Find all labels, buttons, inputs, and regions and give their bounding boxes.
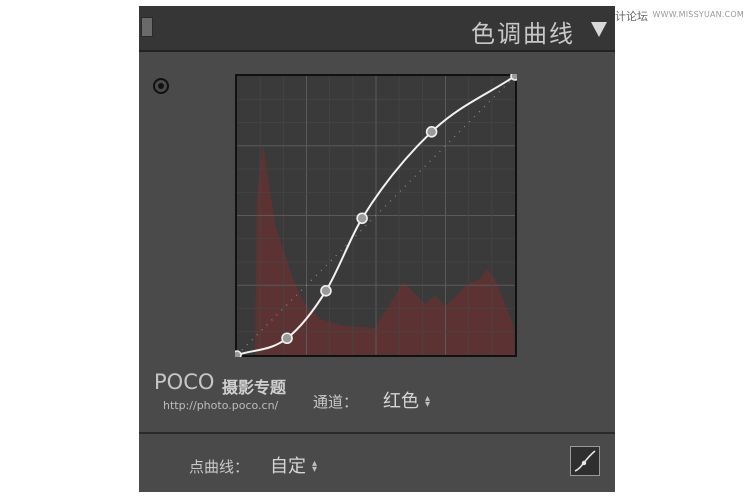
channel-value: 红色 bbox=[383, 391, 419, 412]
curve-control-point[interactable] bbox=[320, 285, 332, 297]
tone-curve-panel: 色调曲线 POCO 摄影专题 http://photo.poco.cn/ 通道：… bbox=[139, 6, 615, 492]
poco-url: http://photo.poco.cn/ bbox=[163, 399, 279, 412]
edit-point-curve-button[interactable] bbox=[570, 446, 600, 476]
updown-arrows-icon: ▴ ▾ bbox=[312, 458, 318, 475]
curve-control-point[interactable] bbox=[235, 350, 242, 357]
collapse-triangle-icon[interactable] bbox=[591, 22, 607, 37]
divider bbox=[139, 432, 615, 434]
curve-control-point[interactable] bbox=[356, 212, 368, 225]
point-curve-select[interactable]: 自定 ▴ ▾ bbox=[270, 452, 317, 478]
channel-label: 通道： bbox=[313, 393, 359, 411]
curve-control-point[interactable] bbox=[281, 332, 293, 345]
updown-arrows-icon: ▴ ▾ bbox=[425, 393, 431, 410]
point-curve-value: 自定 bbox=[270, 456, 306, 477]
channel-select[interactable]: 红色 ▴ ▾ bbox=[383, 387, 430, 413]
panel-collapse-handle[interactable] bbox=[141, 17, 153, 37]
panel-title: 色调曲线 bbox=[471, 20, 575, 48]
point-curve-label: 点曲线： bbox=[189, 458, 250, 476]
panel-header: 色调曲线 bbox=[139, 6, 615, 52]
forum-url-watermark: WWW.MISSYUAN.COM bbox=[652, 10, 744, 19]
curve-control-point[interactable] bbox=[425, 125, 438, 138]
poco-logo-subtitle: 摄影专题 bbox=[222, 378, 287, 397]
target-adjustment-icon[interactable] bbox=[153, 78, 169, 94]
curve-graph[interactable] bbox=[235, 74, 517, 357]
curve-control-point[interactable] bbox=[510, 74, 517, 81]
poco-logo: POCO bbox=[154, 370, 215, 394]
curve-edit-icon bbox=[574, 450, 596, 472]
